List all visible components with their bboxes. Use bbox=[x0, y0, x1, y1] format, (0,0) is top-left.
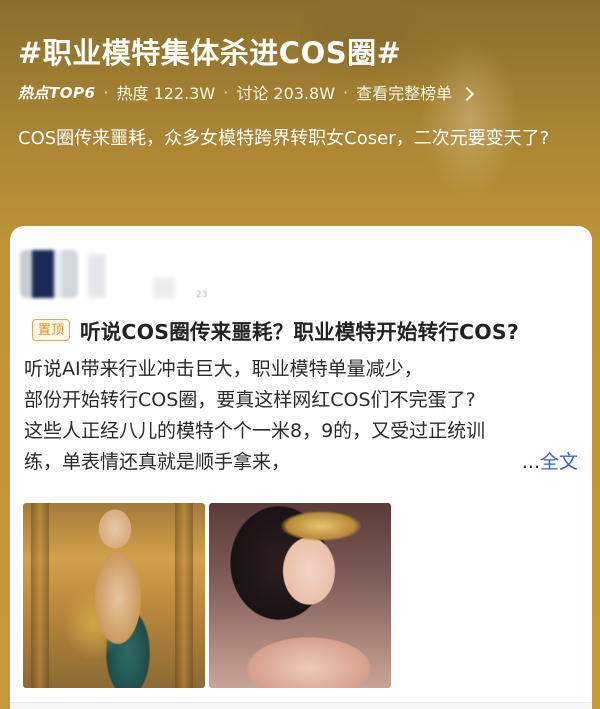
post-body-line: 这些人正经八儿的模特个个一米8，9的，又受过正统训 bbox=[24, 420, 486, 442]
post-time: 23 bbox=[196, 290, 208, 300]
author-name-blurred[interactable] bbox=[88, 254, 106, 298]
post-body-line: 听说AI带来行业冲击巨大，职业模特单量减少， bbox=[24, 358, 423, 380]
post-title[interactable]: 听说COS圈传来噩耗？职业模特开始转行COS? bbox=[80, 315, 519, 345]
view-leaderboard-link[interactable]: 查看完整榜单 bbox=[356, 80, 475, 104]
post-body-line: 练，单表情还真就是顺手拿来， bbox=[24, 451, 291, 473]
topic-header: #职业模特集体杀进COS圈# 热点TOP6 · 热度 122.3W · 讨论 2… bbox=[0, 0, 600, 230]
meta-separator: · bbox=[343, 82, 349, 102]
topic-title: #职业模特集体杀进COS圈# bbox=[18, 36, 402, 70]
post-footer-strip bbox=[10, 702, 592, 709]
image-decoration bbox=[31, 503, 49, 688]
topic-meta-row: 热点TOP6 · 热度 122.3W · 讨论 203.8W · 查看完整榜单 bbox=[18, 80, 475, 104]
heat-stat: 热度 122.3W bbox=[116, 84, 216, 103]
hot-rank-badge: 热点TOP6 bbox=[18, 82, 95, 103]
meta-separator: · bbox=[223, 82, 229, 102]
discussion-stat: 讨论 203.8W bbox=[236, 84, 336, 103]
image-decoration bbox=[175, 503, 193, 688]
post-card[interactable]: 23 置顶 听说COS圈传来噩耗？职业模特开始转行COS? 听说AI带来行业冲击… bbox=[10, 226, 592, 709]
post-body[interactable]: 听说AI带来行业冲击巨大，职业模特单量减少， 部份开始转行COS圈，要真这样网红… bbox=[24, 354, 584, 478]
chevron-right-icon bbox=[460, 86, 475, 102]
author-avatar[interactable] bbox=[20, 250, 78, 298]
image-decoration bbox=[281, 511, 361, 541]
view-leaderboard-label: 查看完整榜单 bbox=[356, 84, 453, 103]
post-body-line: 部份开始转行COS圈，要真这样网红COS们不完蛋了? bbox=[24, 389, 476, 411]
hot-topic-page: #职业模特集体杀进COS圈# 热点TOP6 · 热度 122.3W · 讨论 2… bbox=[0, 0, 600, 709]
full-text-link[interactable]: ...全文 bbox=[522, 447, 578, 478]
author-meta-blurred bbox=[153, 278, 175, 298]
hot-rank-label: 热点TOP6 bbox=[18, 83, 96, 102]
ellipsis: ... bbox=[521, 451, 540, 473]
full-text-label: 全文 bbox=[539, 451, 578, 473]
meta-separator: · bbox=[103, 82, 109, 102]
topic-summary: COS圈传来噩耗，众多女模特跨界转职女Coser，二次元要变天了? bbox=[18, 128, 550, 149]
post-image-cosplay-dancer[interactable] bbox=[23, 503, 205, 688]
pinned-badge: 置顶 bbox=[32, 319, 70, 341]
post-image-cosplay-portrait[interactable] bbox=[209, 503, 391, 688]
